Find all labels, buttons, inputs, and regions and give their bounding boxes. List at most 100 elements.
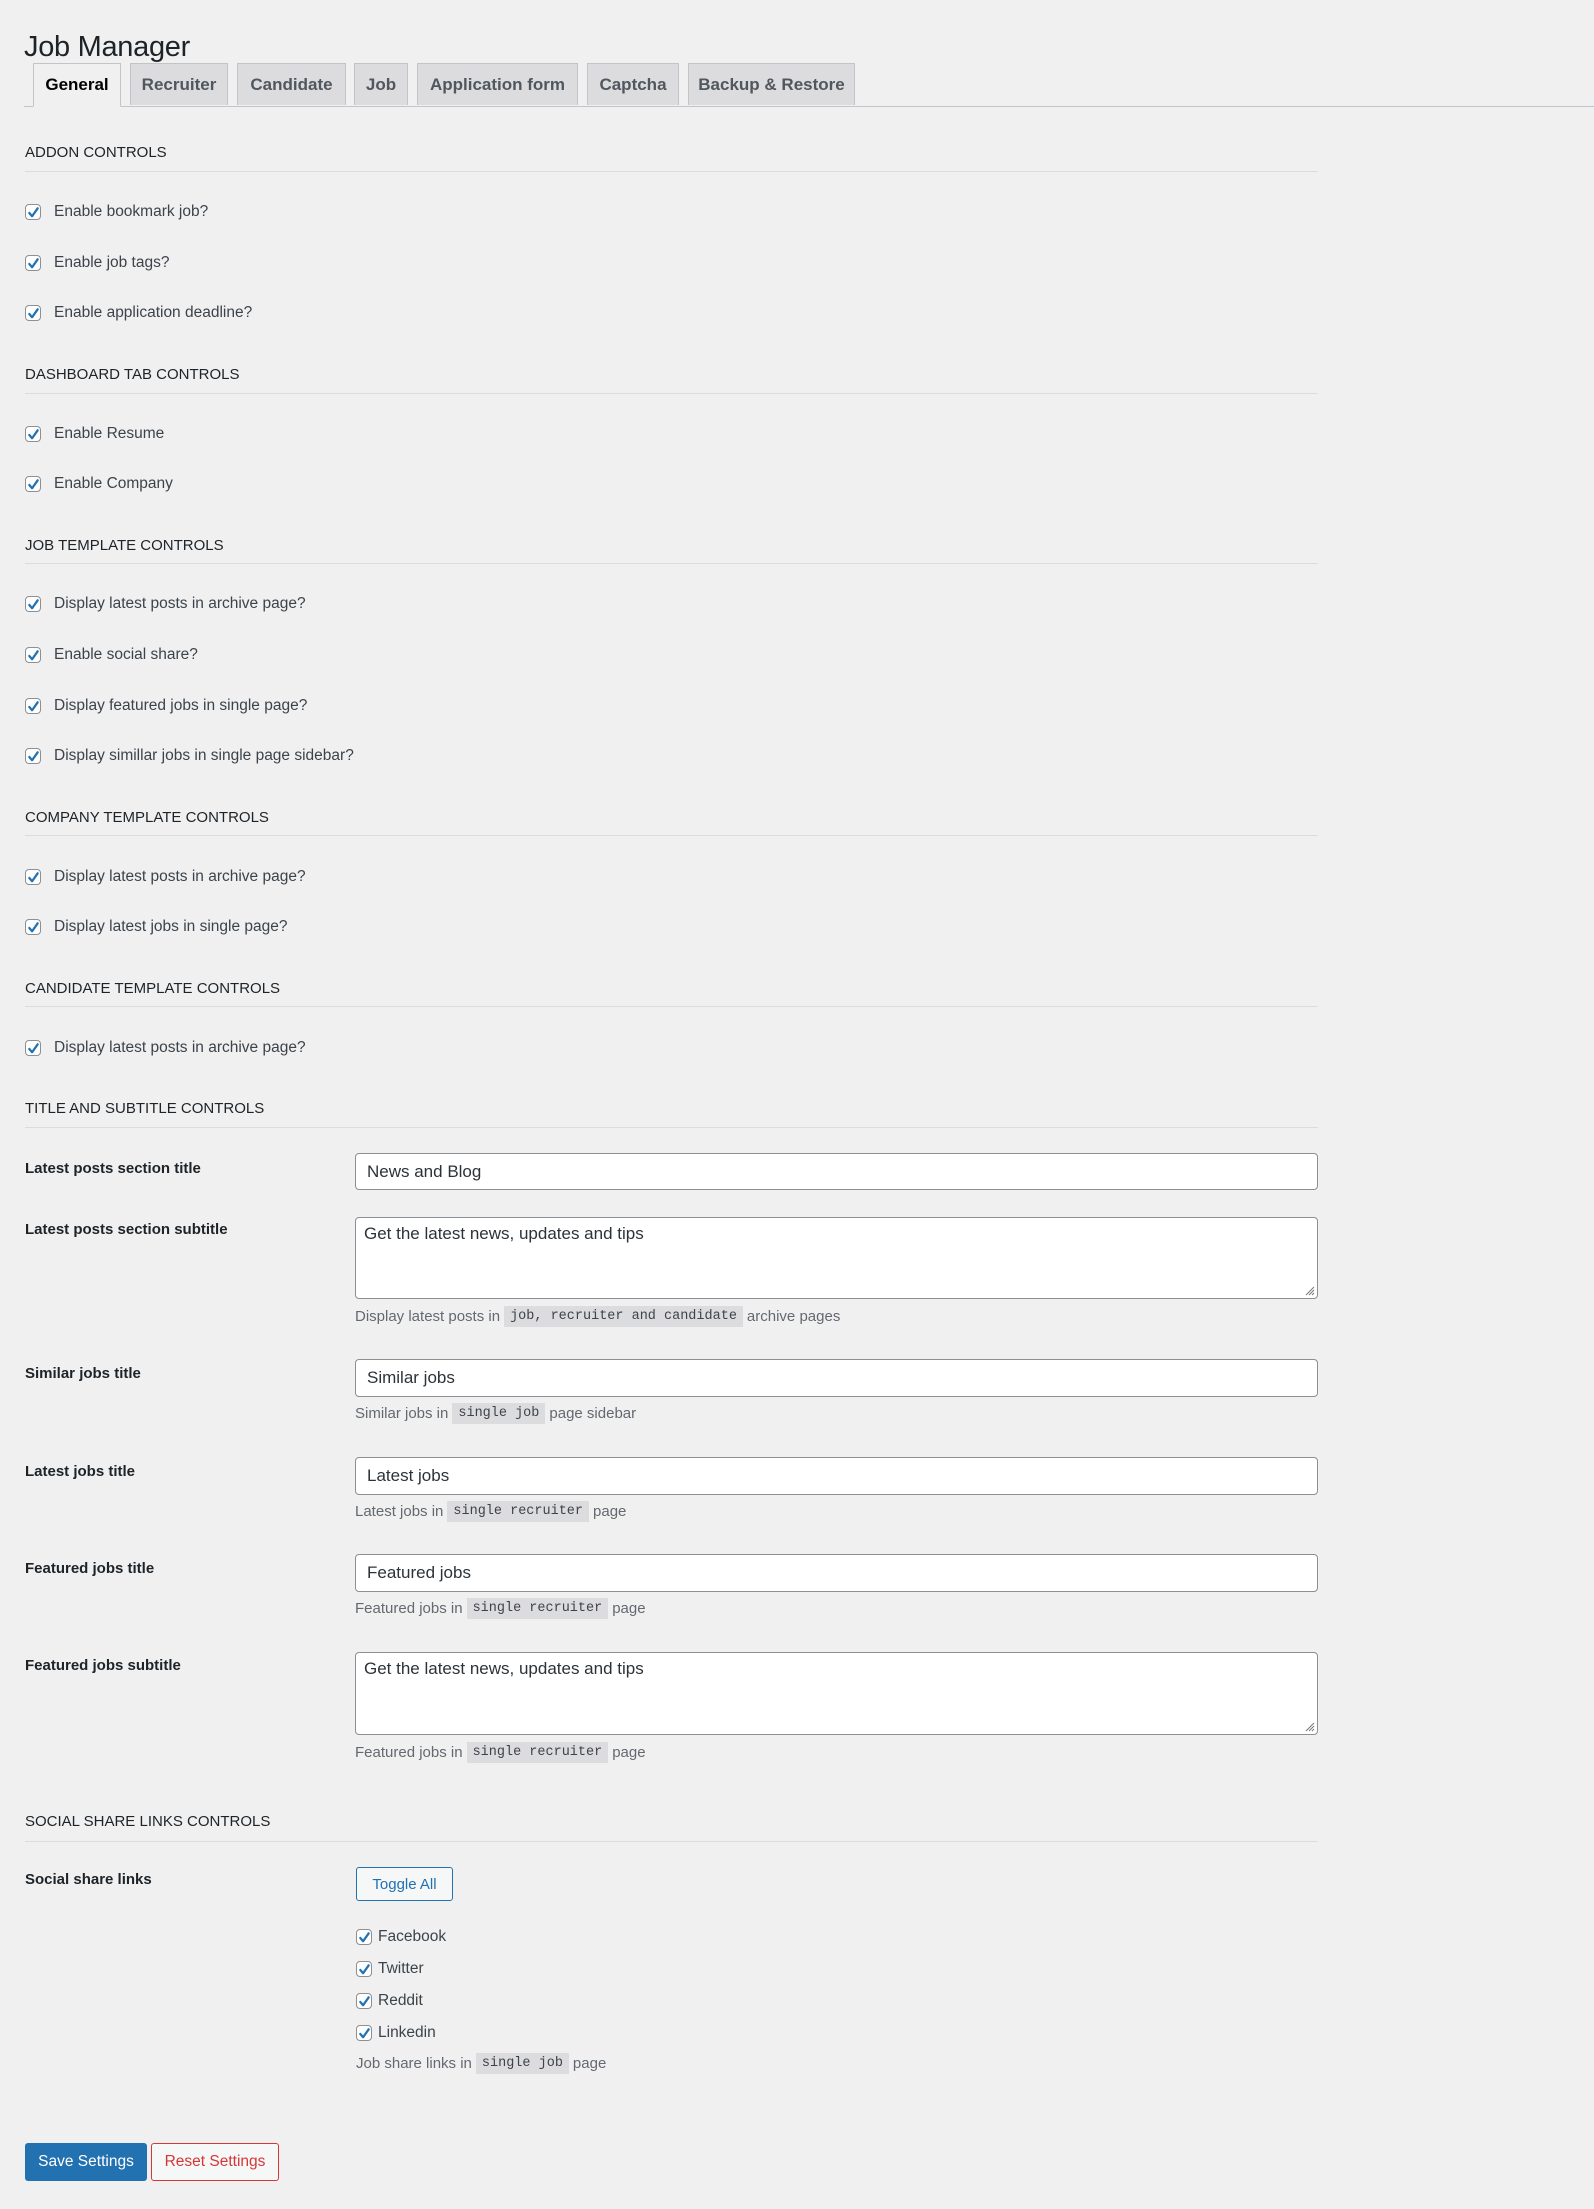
checkbox-row-company-latest-posts[interactable]: Display latest posts in archive page? (25, 867, 306, 887)
tab-backup-restore[interactable]: Backup & Restore (688, 63, 855, 105)
checkmark-icon (27, 921, 39, 932)
desc-text: Latest jobs in (355, 1502, 444, 1520)
description: Featured jobs in single recruiter page (355, 1740, 646, 1764)
code-tag: single recruiter (466, 1741, 609, 1763)
checkbox-label: Display latest posts in archive page? (54, 595, 306, 612)
label-latest-jobs-title: Latest jobs title (25, 1463, 136, 1480)
checkbox-label: Enable social share? (54, 646, 198, 663)
checkbox-row-facebook[interactable]: Facebook (356, 1928, 446, 1946)
section-divider (25, 835, 1318, 836)
checkbox-label: Display latest posts in archive page? (54, 1039, 306, 1056)
checkbox-row-candidate-latest-posts[interactable]: Display latest posts in archive page? (25, 1038, 306, 1058)
checkbox-label: Enable job tags? (54, 254, 170, 271)
checkmark-icon (27, 257, 39, 268)
toggle-all-button[interactable]: Toggle All (356, 1867, 453, 1901)
section-title-company-template: Company Template Controls (25, 809, 269, 826)
code-tag: single job (475, 2052, 569, 2074)
checkbox-row-reddit[interactable]: Reddit (356, 1992, 423, 2010)
checkbox[interactable] (25, 919, 41, 935)
checkbox[interactable] (25, 647, 41, 663)
checkbox[interactable] (356, 1929, 372, 1945)
checkbox[interactable] (25, 204, 41, 220)
desc-text: Featured jobs in (355, 1599, 463, 1617)
checkbox-row-similar-jobs[interactable]: Display simillar jobs in single page sid… (25, 746, 354, 766)
section-divider (25, 1127, 1318, 1128)
section-divider (25, 563, 1318, 564)
latest-jobs-title-input[interactable]: Latest jobs (355, 1457, 1318, 1495)
checkbox-label: Display featured jobs in single page? (54, 697, 308, 714)
section-title-social: Social Share Links Controls (25, 1813, 271, 1830)
checkmark-icon (27, 871, 39, 882)
featured-jobs-title-input[interactable]: Featured jobs (355, 1554, 1318, 1592)
checkbox-row-deadline[interactable]: Enable application deadline? (25, 303, 252, 323)
description: Latest jobs in single recruiter page (355, 1499, 626, 1523)
tab-bar-divider (24, 106, 1594, 107)
latest-posts-subtitle-textarea[interactable]: Get the latest news, updates and tips (355, 1217, 1318, 1299)
checkmark-icon (27, 1042, 39, 1053)
checkbox-row-company-latest-jobs[interactable]: Display latest jobs in single page? (25, 917, 288, 937)
desc-text: page (593, 1502, 627, 1520)
checkbox-row-social-share[interactable]: Enable social share? (25, 645, 198, 665)
tab-application-form[interactable]: Application form (417, 63, 578, 105)
section-divider (25, 393, 1318, 394)
checkbox[interactable] (25, 698, 41, 714)
section-title-addon: Addon Controls (25, 144, 167, 161)
checkbox[interactable] (25, 476, 41, 492)
checkbox-label: Enable application deadline? (54, 304, 253, 321)
description: Job share links in single job page (356, 2051, 606, 2075)
desc-text: archive pages (746, 1307, 841, 1325)
code-tag: single job (452, 1402, 546, 1424)
checkbox-label: Display latest posts in archive page? (54, 868, 306, 885)
desc-text: Job share links in (356, 2054, 472, 2072)
resize-grip-icon[interactable] (1303, 1720, 1315, 1732)
checkbox[interactable] (25, 1040, 41, 1056)
checkbox-row-resume[interactable]: Enable Resume (25, 424, 164, 444)
desc-text: page (612, 1599, 646, 1617)
tab-recruiter[interactable]: Recruiter (130, 63, 228, 105)
checkbox-row-job-tags[interactable]: Enable job tags? (25, 253, 169, 273)
section-title-candidate-template: Candidate Template Controls (25, 980, 281, 997)
checkbox[interactable] (25, 305, 41, 321)
checkbox-label: Display simillar jobs in single page sid… (54, 747, 354, 764)
checkbox-row-linkedin[interactable]: Linkedin (356, 2024, 436, 2042)
desc-text: page (612, 1743, 646, 1761)
code-tag: single recruiter (466, 1597, 609, 1619)
desc-text: Featured jobs in (355, 1743, 463, 1761)
desc-text: Display latest posts in (355, 1307, 501, 1325)
checkbox[interactable] (356, 1993, 372, 2009)
checkmark-icon (27, 478, 39, 489)
description: Featured jobs in single recruiter page (355, 1596, 646, 1620)
checkmark-icon (27, 206, 39, 217)
checkbox[interactable] (25, 869, 41, 885)
checkbox-label: Linkedin (378, 2024, 436, 2041)
latest-posts-title-input[interactable]: News and Blog (355, 1153, 1318, 1190)
checkbox[interactable] (25, 748, 41, 764)
resize-grip-icon[interactable] (1303, 1284, 1315, 1296)
checkbox-row-company[interactable]: Enable Company (25, 474, 173, 494)
page-title: Job Manager (24, 31, 190, 64)
checkbox[interactable] (25, 596, 41, 612)
tab-job[interactable]: Job (354, 63, 408, 105)
tab-general[interactable]: General (33, 63, 121, 107)
checkbox[interactable] (356, 2025, 372, 2041)
desc-text: Similar jobs in (355, 1404, 449, 1422)
checkbox-row-twitter[interactable]: Twitter (356, 1960, 424, 1978)
tab-captcha[interactable]: Captcha (587, 63, 679, 105)
reset-settings-button[interactable]: Reset Settings (151, 2143, 279, 2181)
checkbox-label: Enable Company (54, 475, 173, 492)
label-latest-posts-subtitle: Latest posts section subtitle (25, 1221, 228, 1238)
tab-candidate[interactable]: Candidate (237, 63, 346, 105)
label-latest-posts-title: Latest posts section title (25, 1160, 201, 1177)
checkbox[interactable] (25, 255, 41, 271)
featured-jobs-subtitle-textarea[interactable]: Get the latest news, updates and tips (355, 1652, 1318, 1735)
checkbox-row-bookmark[interactable]: Enable bookmark job? (25, 202, 208, 222)
checkbox[interactable] (356, 1961, 372, 1977)
save-settings-button[interactable]: Save Settings (25, 2143, 147, 2181)
checkbox-row-featured-jobs[interactable]: Display featured jobs in single page? (25, 696, 307, 716)
similar-jobs-title-input[interactable]: Similar jobs (355, 1359, 1318, 1397)
checkbox-row-job-latest-posts[interactable]: Display latest posts in archive page? (25, 594, 306, 614)
textarea-value: Get the latest news, updates and tips (364, 1659, 644, 1678)
checkbox[interactable] (25, 426, 41, 442)
section-title-dashboard: Dashboard Tab Controls (25, 366, 240, 383)
description: Similar jobs in single job page sidebar (355, 1401, 636, 1425)
